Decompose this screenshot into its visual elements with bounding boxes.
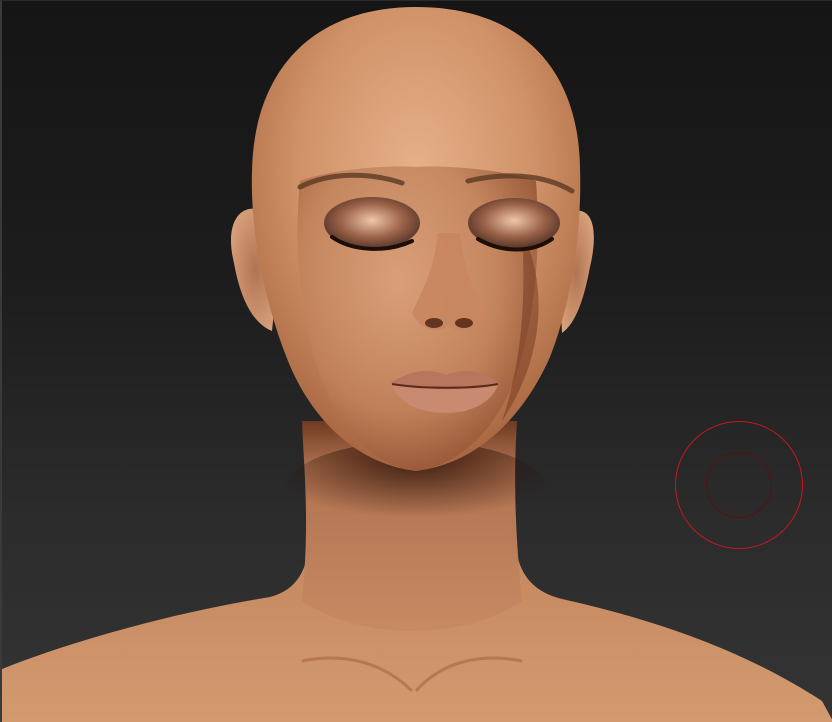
brush-cursor-outer-ring xyxy=(675,421,803,549)
brush-cursor-inner-ring xyxy=(706,452,772,518)
sculpted-head-model[interactable] xyxy=(2,1,832,722)
left-nostril xyxy=(425,318,443,328)
right-nostril xyxy=(455,318,473,328)
sculpt-viewport[interactable] xyxy=(0,0,832,722)
